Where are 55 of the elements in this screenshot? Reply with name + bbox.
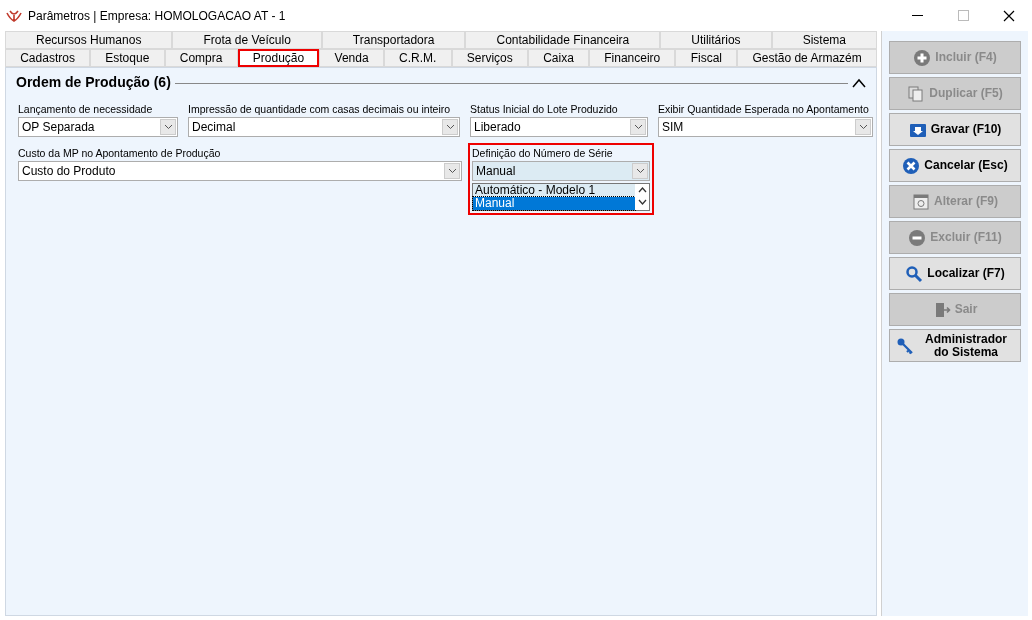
field-label: Custo da MP no Apontamento de Produção — [18, 146, 221, 161]
maximize-icon — [957, 10, 969, 21]
collapse-icon[interactable] — [852, 78, 866, 89]
key-icon — [896, 336, 914, 355]
chevron-down-icon — [635, 168, 645, 174]
action-button[interactable]: Cancelar (Esc) — [889, 149, 1021, 182]
close-icon — [1003, 9, 1015, 22]
tab[interactable]: Frota de Veículo — [172, 31, 322, 49]
app-logo-icon — [6, 9, 22, 22]
chevron-down-icon — [858, 124, 868, 130]
dropdown-option[interactable]: Automático - Modelo 1 — [473, 184, 635, 197]
minus-circle-icon — [908, 228, 927, 247]
plus-circle-icon — [913, 48, 932, 67]
dropdown-field[interactable]: Manual — [472, 161, 650, 181]
search-icon — [905, 264, 924, 283]
action-button[interactable]: Localizar (F7) — [889, 257, 1021, 290]
field-label: Impressão de quantidade com casas decimais ou inteiro — [188, 102, 451, 117]
chevron-down-icon — [633, 124, 643, 130]
dropdown-field[interactable]: OP Separada — [18, 117, 178, 137]
section-title: Ordem de Produção (6) — [16, 73, 171, 92]
action-button[interactable]: Gravar (F10) — [889, 113, 1021, 146]
field-label: Status Inicial do Lote Produzido — [470, 102, 618, 117]
tab[interactable]: Caixa — [527, 49, 590, 67]
dropdown-field[interactable]: Liberado — [470, 117, 648, 137]
tab[interactable]: Utilitários — [660, 31, 772, 49]
field-label: Exibir Quantidade Esperada no Apontamento — [658, 102, 869, 117]
documents-icon — [907, 84, 926, 103]
field-label: Lançamento de necessidade — [18, 102, 153, 117]
field-label: Definição do Número de Série — [472, 146, 613, 161]
tab[interactable]: Produção — [237, 49, 320, 67]
tab[interactable]: Venda — [319, 49, 384, 67]
tab[interactable]: Financeiro — [589, 49, 676, 67]
chevron-down-icon — [163, 124, 173, 130]
tab[interactable]: Serviços — [451, 49, 528, 67]
tab[interactable]: C.R.M. — [383, 49, 452, 67]
dropdown-field[interactable]: Custo do Produto — [18, 161, 462, 181]
tab[interactable]: Contabilidade Financeira — [465, 31, 661, 49]
tab[interactable]: Transportadora — [321, 31, 466, 49]
window-icon — [912, 192, 930, 211]
chevron-down-icon — [447, 168, 457, 174]
window-title: Parâmetros | Empresa: HOMOLOGACAO AT - 1 — [28, 7, 286, 25]
tab[interactable]: Estoque — [90, 49, 165, 67]
dropdown-field[interactable]: SIM — [658, 117, 873, 137]
tab[interactable]: Cadastros — [5, 49, 91, 67]
tab[interactable]: Recursos Humanos — [5, 31, 173, 49]
dropdown-field[interactable]: Decimal — [188, 117, 460, 137]
tab[interactable]: Gestão de Armazém — [737, 49, 877, 67]
minimize-icon — [911, 15, 923, 16]
dropdown-option[interactable]: Manual — [473, 197, 635, 210]
tab[interactable]: Sistema — [771, 31, 877, 49]
chevron-down-icon — [445, 124, 455, 130]
tab[interactable]: Fiscal — [675, 49, 738, 67]
action-button[interactable]: Administrador do Sistema — [889, 329, 1021, 362]
tab[interactable]: Compra — [164, 49, 238, 67]
cancel-icon — [902, 156, 921, 175]
